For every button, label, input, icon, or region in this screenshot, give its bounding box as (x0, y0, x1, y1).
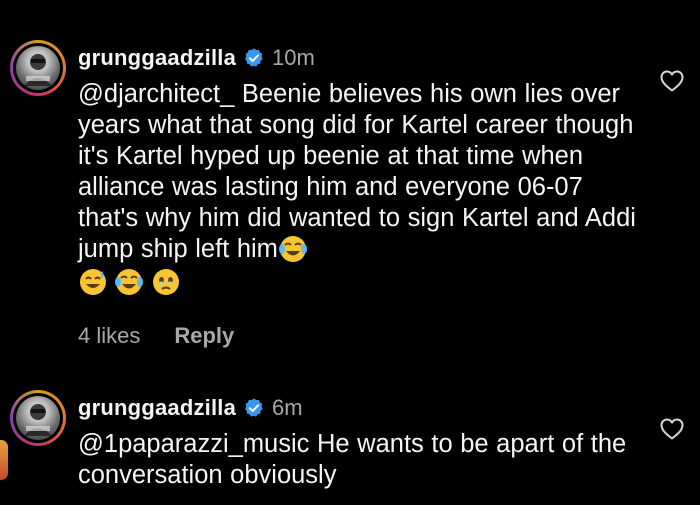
mention-link[interactable]: @1paparazzi_music (78, 430, 309, 458)
comment-timestamp: 6m (272, 395, 303, 420)
profile-photo (16, 396, 60, 440)
username[interactable]: grunggaadzilla (78, 395, 236, 421)
face-with-tears-of-joy-icon (278, 234, 308, 264)
grinning-face-with-sweat-icon (78, 267, 108, 297)
comment-actions: 4 likes Reply (78, 323, 638, 349)
comment-header: grunggaadzilla 6m (78, 390, 638, 426)
face-with-tears-of-joy-icon (114, 267, 144, 297)
like-heart-icon[interactable] (660, 418, 684, 440)
story-edge-icon (0, 440, 8, 480)
comment-text: @1paparazzi_music He wants to be apart o… (78, 429, 638, 491)
comment-body: grunggaadzilla 6m @1paparazzi_music He w… (78, 390, 638, 491)
reply-button[interactable]: Reply (174, 323, 234, 349)
mention-link[interactable]: @djarchitect_ (78, 80, 234, 108)
emoji-row (78, 267, 638, 301)
verified-badge-icon (243, 47, 265, 69)
likes-count[interactable]: 4 likes (78, 323, 140, 349)
avatar[interactable] (10, 390, 66, 446)
face-holding-back-tears-icon (151, 267, 181, 297)
profile-photo (16, 46, 60, 90)
username[interactable]: grunggaadzilla (78, 45, 236, 71)
avatar[interactable] (10, 40, 66, 96)
like-heart-icon[interactable] (660, 70, 684, 92)
comment-header: grunggaadzilla 10m (78, 40, 638, 76)
comment-text: @djarchitect_ Beenie believes his own li… (78, 79, 638, 265)
comment-timestamp: 10m (272, 45, 315, 70)
verified-badge-icon (243, 397, 265, 419)
comment-body: grunggaadzilla 10m @djarchitect_ Beenie … (78, 40, 638, 349)
